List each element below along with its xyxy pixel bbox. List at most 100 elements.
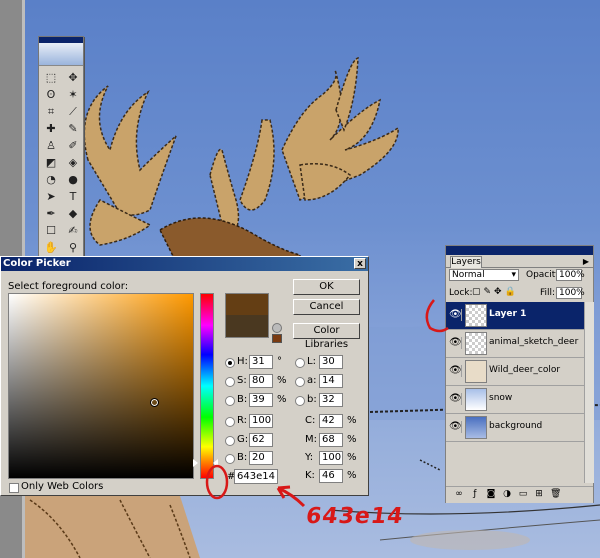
hex-input[interactable]: 643e14 [234,469,278,484]
saturation-label: S: [237,375,247,386]
magic-wand-tool-icon[interactable]: ✶ [64,87,82,102]
layer-row[interactable]: 👁 Layer 1 [446,302,584,330]
layers-titlebar[interactable] [446,246,593,255]
dodge-tool-icon[interactable]: ● [64,172,82,187]
current-color-swatch[interactable] [225,315,269,338]
lightness-label: L: [307,356,316,367]
blue-radio[interactable] [225,454,235,464]
layer-name: Wild_deer_color [489,365,561,375]
paint-bucket-tool-icon[interactable]: ◈ [64,155,82,170]
saturation-radio[interactable] [225,377,235,387]
brush-tool-icon[interactable]: ✎ [64,121,82,136]
feather-logo[interactable] [39,43,83,66]
path-selection-tool-icon[interactable]: ➤ [42,189,60,204]
blur-tool-icon[interactable]: ◔ [42,172,60,187]
layer-thumbnail [465,388,487,411]
trash-icon[interactable]: 🗑 [550,489,561,499]
b-channel-radio[interactable] [295,396,305,406]
hue-slider[interactable] [200,293,214,479]
adjustment-icon[interactable]: ◑ [502,489,512,499]
new-layer-icon[interactable]: ⊞ [534,489,544,499]
link-icon[interactable]: ∞ [454,489,464,499]
pen-tool-icon[interactable]: ✒ [42,206,60,221]
layer-thumbnail [465,416,487,439]
lock-icons[interactable]: ▢✎✥🔒 [472,287,519,297]
layer-style-icon[interactable]: ƒ [470,489,480,499]
blend-mode-select[interactable]: Normal ▾ [449,269,519,281]
cancel-button[interactable]: Cancel [293,299,360,315]
slice-tool-icon[interactable]: ⟋ [64,104,82,119]
lightness-radio[interactable] [295,358,305,368]
zoom-tool-icon[interactable]: ⚲ [64,240,82,255]
panel-menu-icon[interactable]: ▶ [583,257,589,266]
close-button[interactable]: x [354,258,366,269]
hue-slider-handle-left[interactable] [193,459,198,467]
type-tool-icon[interactable]: T [64,189,82,204]
black-unit: % [347,470,357,481]
tab-layers[interactable]: Layers [450,256,482,268]
gamut-swatch[interactable] [272,334,282,343]
cyan-input[interactable]: 42 [319,414,343,428]
crop-tool-icon[interactable]: ⌗ [42,104,60,119]
layer-name: animal_sketch_deer [489,337,579,347]
lightness-input[interactable]: 30 [319,355,343,369]
eye-icon[interactable]: 👁 [449,337,462,349]
saturation-row: S: 80 % [225,374,295,388]
chevron-down-icon[interactable]: ▾ [511,270,516,280]
eye-icon[interactable]: 👁 [449,393,462,405]
layer-thumbnail [465,304,487,327]
magenta-input[interactable]: 68 [319,433,343,447]
eyedropper-tool-icon[interactable]: ✍ [64,223,82,238]
blue-input[interactable]: 20 [249,451,273,465]
layer-row[interactable]: 👁 Wild_deer_color [446,358,584,386]
color-field-marker[interactable] [150,398,159,407]
black-input[interactable]: 46 [319,469,343,483]
eye-icon[interactable]: 👁 [449,421,462,433]
saturation-input[interactable]: 80 [249,374,273,388]
move-tool-icon[interactable]: ✥ [64,70,82,85]
a-channel-label: a: [307,375,317,386]
layer-name: Layer 1 [489,309,527,319]
layer-row[interactable]: 👁 background [446,414,584,442]
eraser-tool-icon[interactable]: ◩ [42,155,60,170]
color-field[interactable] [8,293,194,479]
dialog-titlebar[interactable]: Color Picker x [1,257,368,271]
color-libraries-button[interactable]: Color Libraries [293,323,360,350]
hue-slider-handle-right[interactable] [213,459,218,467]
brightness-radio[interactable] [225,396,235,406]
green-radio[interactable] [225,436,235,446]
custom-shape-tool-icon[interactable]: ◆ [64,206,82,221]
group-icon[interactable]: ▭ [518,489,528,499]
dialog-title: Color Picker [3,258,71,269]
ok-button[interactable]: OK [293,279,360,295]
layers-scrollbar[interactable] [584,302,594,483]
red-input[interactable]: 100 [249,414,273,428]
history-brush-tool-icon[interactable]: ✐ [64,138,82,153]
eye-icon[interactable]: 👁 [449,365,462,377]
mask-icon[interactable]: ◙ [486,489,496,499]
green-input[interactable]: 62 [249,433,273,447]
hue-radio[interactable] [225,358,235,368]
b-channel-input[interactable]: 32 [319,393,343,407]
healing-brush-tool-icon[interactable]: ✚ [42,121,60,136]
notes-tool-icon[interactable]: ☐ [42,223,60,238]
yellow-row: Y: 100 % [305,451,365,465]
marquee-tool-icon[interactable]: ⬚ [42,70,60,85]
out-of-gamut-icon[interactable] [272,323,282,333]
layer-row[interactable]: 👁 snow [446,386,584,414]
a-channel-input[interactable]: 14 [319,374,343,388]
fill-input[interactable]: 100% [556,287,585,299]
a-channel-radio[interactable] [295,377,305,387]
brightness-input[interactable]: 39 [249,393,273,407]
only-web-colors-checkbox[interactable] [9,483,19,493]
yellow-input[interactable]: 100 [319,451,343,465]
lasso-tool-icon[interactable]: ʘ [42,87,60,102]
red-radio[interactable] [225,417,235,427]
clone-stamp-tool-icon[interactable]: ♙ [42,138,60,153]
layer-row[interactable]: 👁 animal_sketch_deer [446,330,584,358]
hand-tool-icon[interactable]: ✋ [42,240,60,255]
saturation-unit: % [277,375,287,386]
hue-input[interactable]: 31 [249,355,273,369]
opacity-input[interactable]: 100% [556,269,585,281]
eye-icon[interactable]: 👁 [449,309,462,321]
